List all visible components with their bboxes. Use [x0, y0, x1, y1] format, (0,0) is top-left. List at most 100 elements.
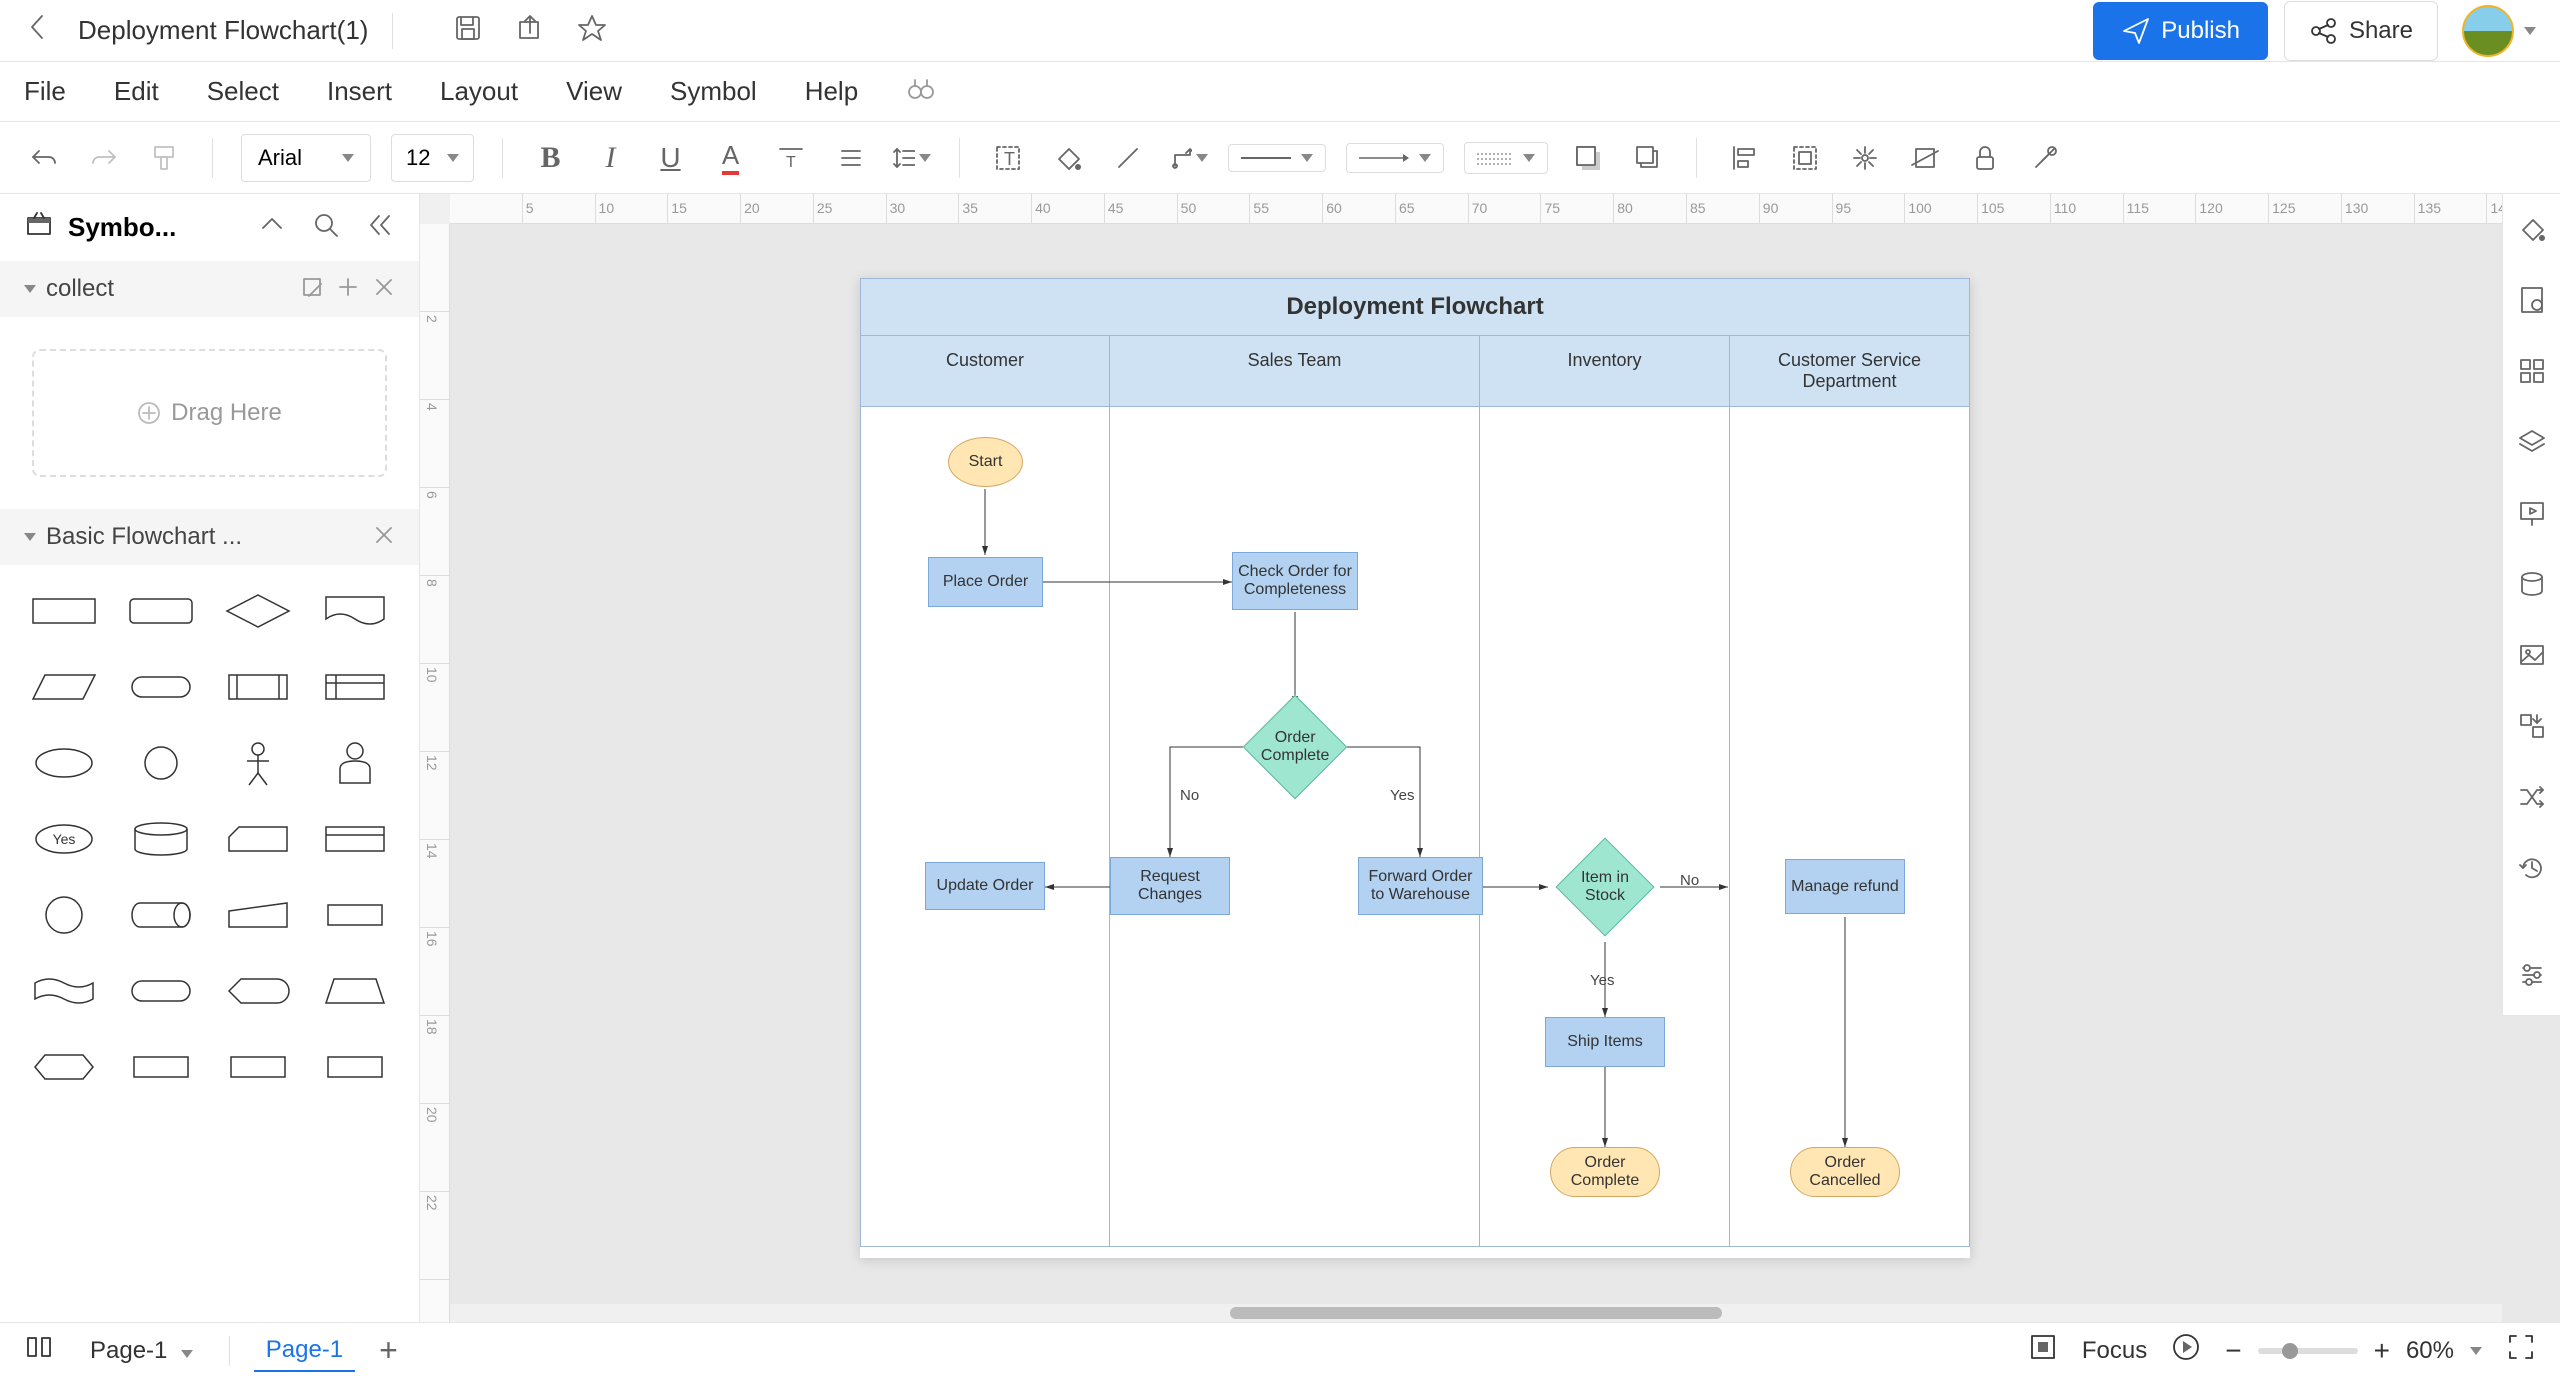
avatar[interactable]	[2462, 5, 2514, 57]
swimlane-title[interactable]: Deployment Flowchart	[860, 278, 1970, 336]
node-end-cancel[interactable]: Order Cancelled	[1790, 1147, 1900, 1197]
document-title[interactable]: Deployment Flowchart(1)	[78, 15, 368, 46]
shadow-button[interactable]	[1568, 138, 1608, 178]
section-basic[interactable]: Basic Flowchart ...	[0, 509, 419, 565]
edit-icon[interactable]	[301, 276, 323, 303]
underline-button[interactable]: U	[651, 138, 691, 178]
zoom-out-button[interactable]: −	[2225, 1335, 2241, 1367]
fullscreen-icon[interactable]	[2506, 1332, 2536, 1369]
lane-sales[interactable]	[1110, 407, 1480, 1247]
lane-customer[interactable]	[860, 407, 1110, 1247]
page[interactable]: Deployment Flowchart Customer Sales Team…	[860, 278, 1970, 1258]
node-forward[interactable]: Forward Order to Warehouse	[1358, 857, 1483, 915]
node-check-order[interactable]: Check Order for Completeness	[1232, 552, 1358, 610]
lane-inventory[interactable]	[1480, 407, 1730, 1247]
close-icon[interactable]	[373, 524, 395, 551]
shape-trapezoid[interactable]	[314, 961, 395, 1021]
line-color-button[interactable]	[1108, 138, 1148, 178]
undo-button[interactable]	[24, 138, 64, 178]
tab-page-1[interactable]: Page-1	[254, 1330, 355, 1372]
zoom-slider[interactable]	[2258, 1348, 2358, 1354]
node-refund[interactable]: Manage refund	[1785, 859, 1905, 914]
image-icon[interactable]	[2517, 640, 2547, 675]
lane-header-service[interactable]: Customer Service Department	[1730, 336, 1970, 407]
align-button[interactable]	[1725, 138, 1765, 178]
node-end-complete[interactable]: Order Complete	[1550, 1147, 1660, 1197]
font-color-button[interactable]: A	[711, 138, 751, 178]
add-icon[interactable]	[337, 276, 359, 303]
horizontal-scrollbar[interactable]	[450, 1304, 2502, 1322]
text-align-v-button[interactable]: T	[771, 138, 811, 178]
shape-manual-input[interactable]	[218, 885, 299, 945]
shape-direct-data[interactable]	[121, 885, 202, 945]
lane-header-customer[interactable]: Customer	[860, 336, 1110, 407]
line-weight-dropdown[interactable]	[1464, 142, 1548, 174]
shape-rect-outline2[interactable]	[121, 1037, 202, 1097]
line-style-dropdown[interactable]	[1228, 144, 1326, 172]
shape-card[interactable]	[218, 809, 299, 869]
close-icon[interactable]	[373, 276, 395, 303]
share-button[interactable]: Share	[2284, 1, 2438, 61]
page-dropdown[interactable]: Page-1	[78, 1331, 205, 1371]
page-settings-icon[interactable]	[2517, 285, 2547, 320]
shape-predefined[interactable]	[218, 657, 299, 717]
shape-terminator[interactable]	[121, 657, 202, 717]
shape-process[interactable]	[24, 581, 105, 641]
pages-icon[interactable]	[24, 1332, 54, 1369]
node-request-changes[interactable]: Request Changes	[1110, 857, 1230, 915]
menu-select[interactable]: Select	[207, 76, 279, 107]
distribute-button[interactable]	[1845, 138, 1885, 178]
binoculars-icon[interactable]	[906, 74, 936, 109]
layer-button[interactable]	[1628, 138, 1668, 178]
arrow-style-dropdown[interactable]	[1346, 143, 1444, 173]
focus-label[interactable]: Focus	[2082, 1337, 2147, 1365]
text-box-button[interactable]: T	[988, 138, 1028, 178]
presentation-icon[interactable]	[2517, 498, 2547, 533]
menu-symbol[interactable]: Symbol	[670, 76, 757, 107]
star-icon[interactable]	[577, 13, 607, 48]
shape-document[interactable]	[314, 581, 395, 641]
canvas[interactable]: Deployment Flowchart Customer Sales Team…	[450, 224, 2560, 1322]
shape-circle[interactable]	[121, 733, 202, 793]
save-icon[interactable]	[453, 13, 483, 48]
node-start[interactable]: Start	[948, 437, 1023, 487]
font-size-selector[interactable]: 12	[391, 134, 473, 182]
account-dropdown[interactable]	[2524, 22, 2536, 40]
lane-header-sales[interactable]: Sales Team	[1110, 336, 1480, 407]
shape-database[interactable]	[121, 809, 202, 869]
shape-rect-outline[interactable]	[314, 885, 395, 945]
bold-button[interactable]: B	[531, 138, 571, 178]
settings-icon[interactable]	[2517, 960, 2547, 995]
italic-button[interactable]: I	[591, 138, 631, 178]
format-painter-button[interactable]	[144, 138, 184, 178]
shape-header-box[interactable]	[314, 809, 395, 869]
text-align-h-button[interactable]	[831, 138, 871, 178]
shape-decision[interactable]	[218, 581, 299, 641]
menu-insert[interactable]: Insert	[327, 76, 392, 107]
menu-help[interactable]: Help	[805, 76, 858, 107]
lane-header-inventory[interactable]: Inventory	[1480, 336, 1730, 407]
grid-icon[interactable]	[2517, 356, 2547, 391]
shape-ellipse[interactable]	[24, 733, 105, 793]
shape-tape[interactable]	[24, 961, 105, 1021]
layers-icon[interactable]	[2517, 427, 2547, 462]
zoom-value[interactable]: 60%	[2406, 1337, 2454, 1365]
shape-display[interactable]	[218, 961, 299, 1021]
shape-rect-outline4[interactable]	[314, 1037, 395, 1097]
export-icon[interactable]	[515, 13, 545, 48]
node-place-order[interactable]: Place Order	[928, 557, 1043, 607]
lock-button[interactable]	[1965, 138, 2005, 178]
panel-search-icon[interactable]	[311, 210, 341, 245]
tools-button[interactable]	[2025, 138, 2065, 178]
back-button[interactable]	[24, 12, 54, 49]
connector-button[interactable]	[1168, 138, 1208, 178]
menu-file[interactable]: File	[24, 76, 66, 107]
history-icon[interactable]	[2517, 853, 2547, 888]
focus-icon[interactable]	[2028, 1332, 2058, 1369]
drag-zone[interactable]: Drag Here	[32, 349, 387, 477]
shape-internal-storage[interactable]	[314, 657, 395, 717]
shuffle-icon[interactable]	[2517, 782, 2547, 817]
export-icon[interactable]	[2517, 711, 2547, 746]
shape-connector-circle[interactable]	[24, 885, 105, 945]
shape-actor[interactable]	[218, 733, 299, 793]
